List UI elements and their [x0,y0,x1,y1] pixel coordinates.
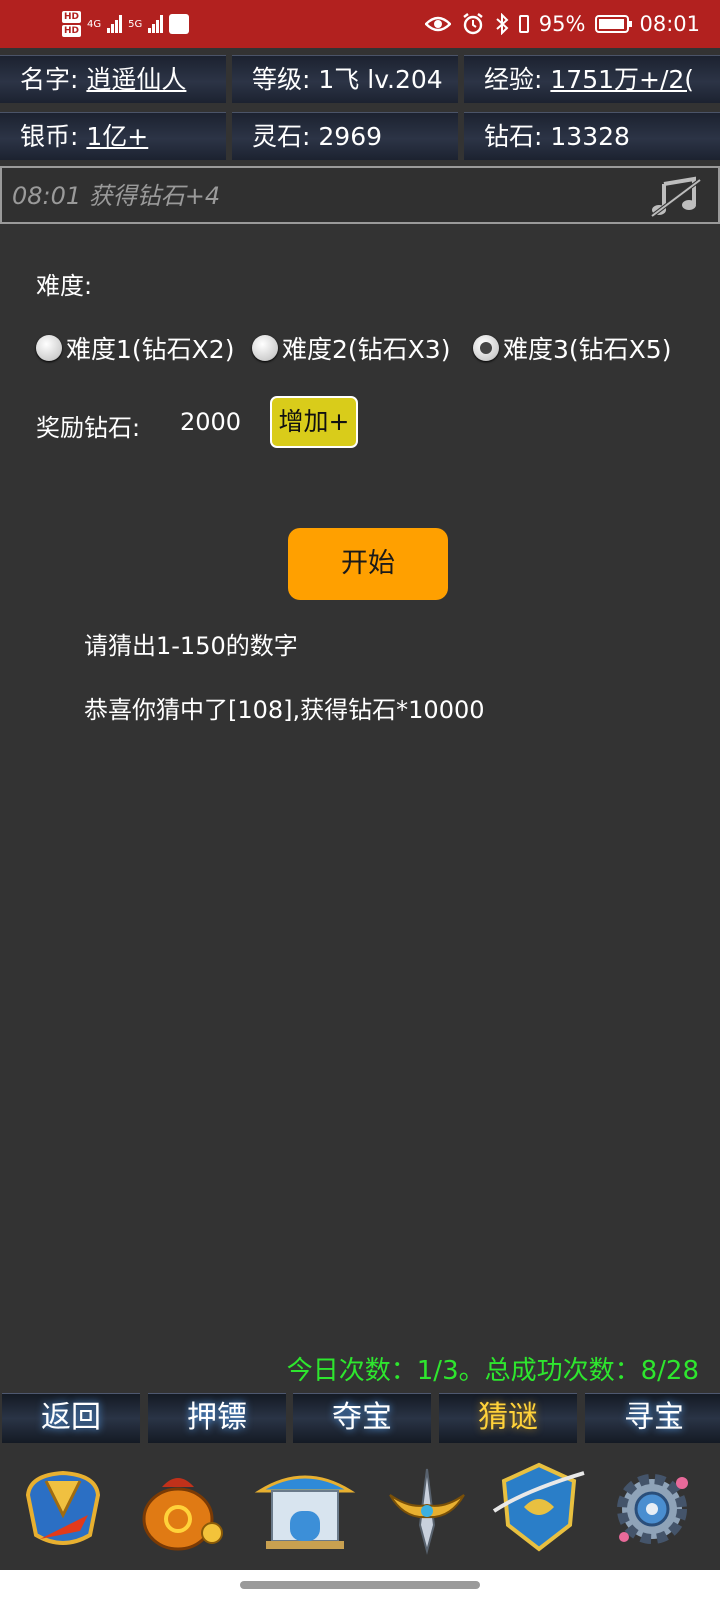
add-reward-button[interactable]: 增加+ [270,396,358,448]
diamond-cell: 钻石: 13328 [464,112,720,160]
eye-icon [424,16,451,32]
tab-seize-treasure[interactable]: 夺宝 [293,1393,431,1443]
music-off-icon[interactable] [648,176,704,218]
message-bar: 08:01 获得钻石+4 [0,166,720,224]
diamond-value: 13328 [550,122,630,151]
level-label: 等级: [252,65,311,94]
difficulty-option-label: 难度3(钻石X5) [503,335,672,364]
radio-icon[interactable] [252,335,278,361]
bluetooth-icon [496,13,509,35]
spirit-value: 2969 [318,122,383,151]
silver-label: 银币: [20,122,79,151]
alarm-icon [463,13,483,35]
difficulty-option-label: 难度2(钻石X3) [282,335,451,364]
difficulty-option-2[interactable]: 难度2(钻石X3) [252,332,450,364]
player-name-cell[interactable]: 名字: 逍遥仙人 [0,55,226,103]
home-gesture-handle[interactable] [240,1581,480,1589]
diamond-label: 钻石: [484,122,543,151]
hd-badge: HD [62,25,82,37]
sword-icon[interactable] [374,1455,480,1561]
tab-escort[interactable]: 押镖 [148,1393,286,1443]
player-level-cell: 等级: 1飞 lv.204 [232,55,458,103]
pavilion-icon[interactable] [252,1455,358,1561]
silver-cell[interactable]: 银币: 1亿+ [0,112,226,160]
spirit-label: 灵石: [252,122,311,151]
clock: 08:01 [639,12,700,36]
difficulty-option-1[interactable]: 难度1(钻石X2) [36,332,234,364]
armor-icon[interactable] [10,1455,116,1561]
tab-back[interactable]: 返回 [2,1393,140,1443]
battery-percent: 95% [538,12,586,36]
name-label: 名字: [20,65,79,94]
difficulty-label: 难度: [36,272,93,300]
game-icon-bar [0,1445,720,1570]
network-type-label: 4G [87,18,102,30]
radio-icon[interactable] [36,335,62,361]
signal-icon [107,15,123,33]
reward-label: 奖励钻石: [36,414,141,442]
emblem-icon[interactable] [484,1451,594,1561]
status-bar: HD HD 4G 5G 95% 08:01 [0,0,720,48]
attempt-counts: 今日次数：1/3。总成功次数：8/28 [286,1356,699,1386]
silver-value-link[interactable]: 1亿+ [86,122,148,151]
player-exp-cell[interactable]: 经验: 1751万+/2( [464,55,720,103]
tab-riddle[interactable]: 猜谜 [439,1393,577,1443]
player-name-link[interactable]: 逍遥仙人 [86,65,186,94]
radio-checked-icon[interactable] [473,335,499,361]
difficulty-option-label: 难度1(钻石X2) [66,335,235,364]
difficulty-option-3[interactable]: 难度3(钻石X5) [473,332,671,364]
guess-prompt: 请猜出1-150的数字 [84,632,298,660]
network-type-label: 5G [128,18,143,30]
exp-label: 经验: [484,65,543,94]
settings-gear-icon[interactable] [604,1461,700,1557]
exp-value-link[interactable]: 1751万+/2( [550,65,694,94]
message-text: 08:01 获得钻石+4 [12,182,221,210]
system-navigation-bar [0,1570,720,1600]
guess-result: 恭喜你猜中了[108],获得钻石*10000 [84,696,485,724]
carrier-icon [169,14,190,34]
treasure-bag-icon[interactable] [128,1455,234,1561]
signal-icon [148,15,164,33]
hd-badge: HD [62,11,82,23]
vibrate-icon [518,15,529,33]
level-value: 1飞 lv.204 [318,65,443,94]
battery-icon [595,15,633,33]
spirit-stone-cell: 灵石: 2969 [232,112,458,160]
start-button[interactable]: 开始 [288,528,448,600]
reward-value: 2000 [180,408,242,436]
tab-treasure-hunt[interactable]: 寻宝 [585,1393,720,1443]
